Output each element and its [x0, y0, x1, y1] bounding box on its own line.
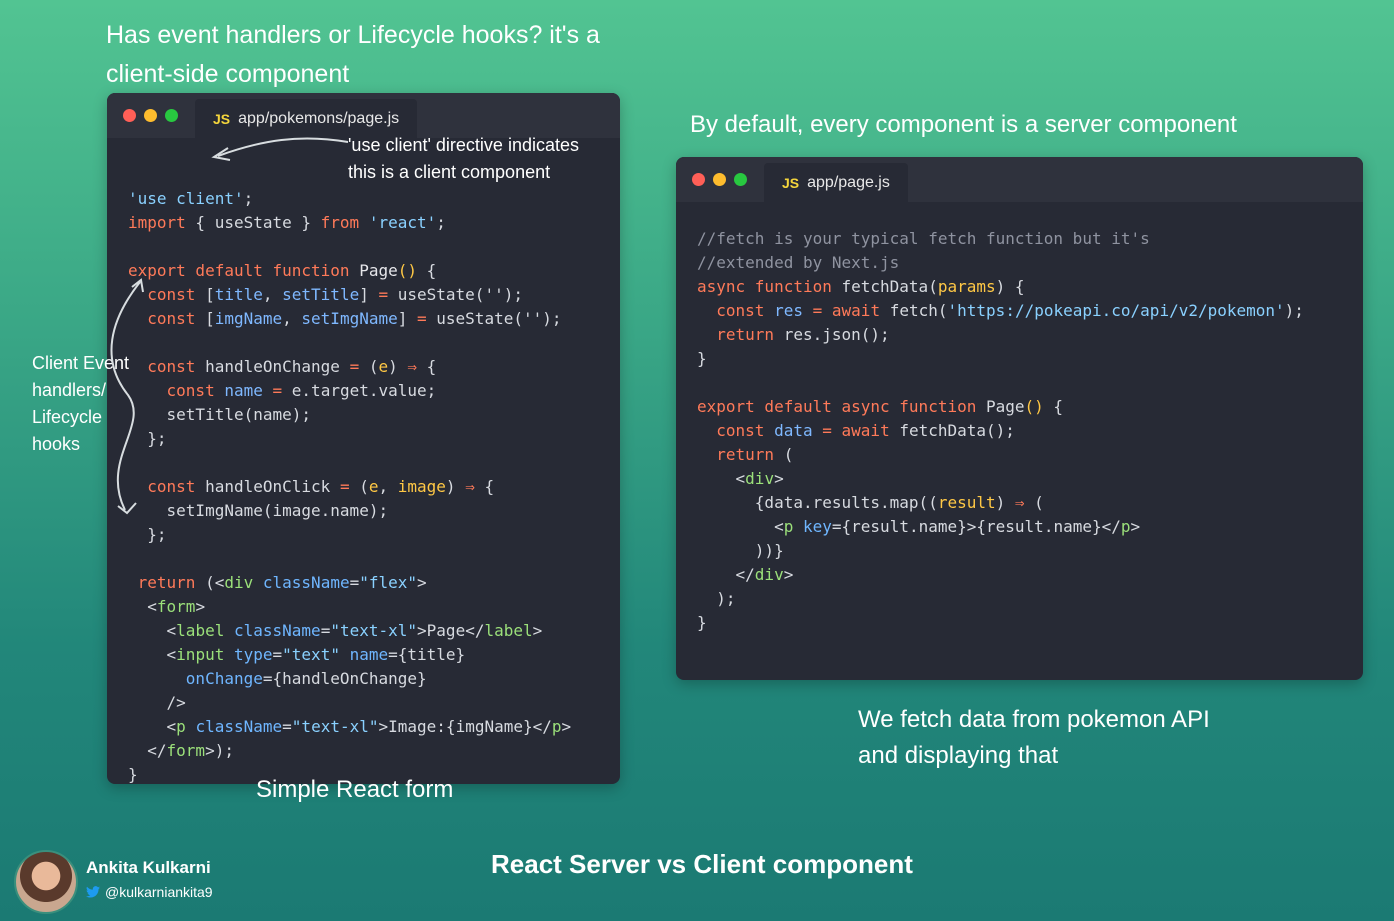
main-title: React Server vs Client component	[491, 849, 913, 879]
handlers-bracket-arrow	[110, 281, 141, 511]
author-handle-row: @kulkarniankita9	[86, 884, 213, 900]
author-card: Ankita Kulkarni @kulkarniankita9	[14, 850, 274, 914]
avatar	[14, 850, 78, 914]
author-name: Ankita Kulkarni	[86, 858, 211, 877]
simple-form-caption: Simple React form	[256, 776, 454, 803]
directive-arrow	[217, 137, 349, 157]
author-handle[interactable]: @kulkarniankita9	[105, 884, 213, 900]
annotation-arrows	[110, 137, 349, 515]
fetch-caption: We fetch data from pokemon API and displ…	[858, 706, 1210, 769]
twitter-bird-icon	[86, 886, 100, 898]
bracket-arrowhead-bottom-icon	[117, 502, 137, 515]
